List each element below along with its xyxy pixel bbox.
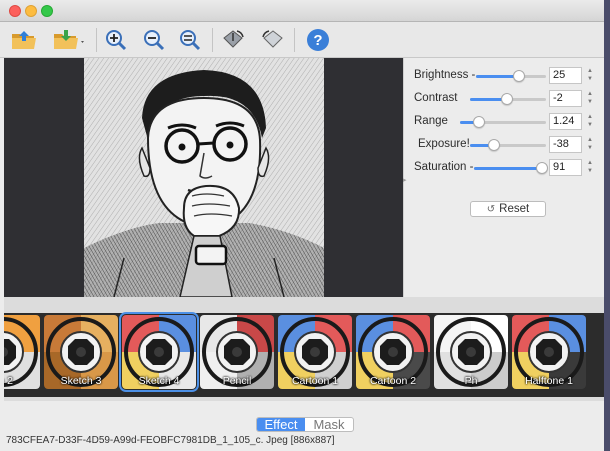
contrast-value[interactable]: -2 (549, 90, 582, 107)
reset-button[interactable]: ↺ Reset (470, 201, 546, 217)
exposure-slider-knob[interactable] (487, 139, 500, 151)
saturation-label: Saturation - (414, 161, 474, 173)
zoom-out-button[interactable] (140, 26, 168, 54)
effect-thumbnail[interactable]: Sketch 3 (44, 315, 118, 389)
tab-mask[interactable]: Mask (305, 418, 353, 431)
brightness-slider-knob[interactable] (513, 70, 526, 82)
reset-label: Reset (499, 203, 530, 215)
range-value[interactable]: 1.24 (549, 113, 582, 130)
adjustments-panel: Brightness - 25 ▲ ▼ Contrast -2 ▲ ▼ Range … (403, 58, 604, 297)
save-image-button[interactable] (52, 26, 88, 54)
contrast-slider[interactable] (470, 93, 546, 105)
folder-open-icon (12, 31, 36, 49)
maximize-window-button[interactable] (41, 5, 53, 17)
effect-label: Ph (464, 375, 478, 387)
zoom-fit-icon (180, 30, 201, 51)
effect-label: Cartoon 1 (291, 375, 339, 387)
tab-effect[interactable]: Effect (257, 418, 305, 431)
minimize-window-button[interactable] (25, 5, 37, 17)
status-text: 783CFEA7-D33F-4D59-A99d-FEOBFC7981DB_1_1… (6, 435, 335, 446)
close-window-button[interactable] (9, 5, 21, 17)
folder-save-icon (54, 30, 84, 49)
effect-label: Sketch 3 (60, 375, 102, 387)
brightness-row: Brightness - 25 ▲ ▼ (404, 67, 605, 85)
reset-icon: ↺ (486, 203, 496, 215)
effect-label: Cartoon 2 (369, 375, 417, 387)
saturation-stepper[interactable]: ▲ ▼ (585, 159, 595, 176)
saturation-value[interactable]: 91 (549, 159, 582, 176)
title-bar (0, 0, 604, 22)
contrast-row: Contrast -2 ▲ ▼ (404, 90, 605, 108)
range-row: Range 1.24 ▲ ▼ (404, 113, 605, 131)
rotate-right-icon (262, 30, 283, 48)
brightness-stepper[interactable]: ▲ ▼ (585, 67, 595, 84)
zoom-out-icon (144, 30, 165, 51)
range-label: Range (414, 115, 448, 127)
effect-thumbnail[interactable]: Sketch 4 (119, 312, 199, 392)
app-window: ? Brightness - 25 ▲ ▼ Contrast -2 ▲ ▼ Ra… (0, 0, 604, 451)
rotate-left-icon (223, 30, 244, 48)
range-stepper[interactable]: ▲ ▼ (585, 113, 595, 130)
mode-switch: Effect Mask (256, 417, 354, 432)
range-slider-knob[interactable] (472, 116, 485, 128)
open-image-button[interactable] (10, 26, 38, 54)
effect-thumbnail[interactable]: Halftone 1 (512, 315, 586, 389)
zoom-in-icon (106, 30, 127, 51)
effect-thumbnail[interactable]: Cartoon 1 (278, 315, 352, 389)
effect-label: Sketch 4 (138, 375, 180, 387)
exposure-stepper[interactable]: ▲ ▼ (585, 136, 595, 153)
exposure-slider[interactable] (470, 139, 546, 151)
effect-thumbnail[interactable]: Cartoon 2 (356, 315, 430, 389)
toolbar-separator (294, 28, 295, 52)
contrast-slider-knob[interactable] (501, 93, 514, 105)
desktop-edge (604, 0, 610, 451)
effect-thumbnail[interactable]: ch 2 (4, 315, 40, 389)
saturation-slider[interactable] (474, 162, 549, 174)
effect-label: ch 2 (4, 375, 13, 387)
question-icon: ? (307, 29, 329, 51)
effect-thumbnail[interactable]: Pencil (200, 315, 274, 389)
saturation-slider-fill (474, 167, 543, 170)
zoom-fit-button[interactable] (176, 26, 204, 54)
help-button[interactable]: ? (304, 26, 332, 54)
contrast-stepper[interactable]: ▲ ▼ (585, 90, 595, 107)
effects-list: ch 2 Sketch 3 Sketch 4 Pencil Cartoon 1 Carto… (4, 312, 604, 397)
toolbar-separator (212, 28, 213, 52)
saturation-row: Saturation - 91 ▲ ▼ (404, 159, 605, 177)
exposure-label: Exposure! (418, 138, 470, 150)
brightness-slider[interactable] (476, 70, 546, 82)
toolbar: ? (0, 22, 604, 58)
toolbar-separator (96, 28, 97, 52)
effect-thumbnail[interactable]: Ph (434, 315, 508, 389)
svg-text:?: ? (313, 32, 322, 49)
exposure-row: Exposure! -38 ▲ ▼ (404, 136, 605, 154)
effect-label: Halftone 1 (525, 375, 573, 387)
exposure-value[interactable]: -38 (549, 136, 582, 153)
preview-image (84, 58, 324, 297)
brightness-value[interactable]: 25 (549, 67, 582, 84)
rotate-left-button[interactable] (220, 26, 248, 54)
range-slider[interactable] (460, 116, 546, 128)
zoom-in-button[interactable] (102, 26, 130, 54)
effects-strip: ch 2 Sketch 3 Sketch 4 Pencil Cartoon 1 Carto… (4, 297, 604, 401)
saturation-slider-knob[interactable] (536, 162, 549, 174)
split-handle[interactable]: ▸ (403, 176, 407, 184)
contrast-label: Contrast (414, 92, 458, 104)
effect-label: Pencil (222, 375, 252, 387)
brightness-label: Brightness - (414, 69, 476, 81)
bottom-bar: Effect Mask 783CFEA7-D33F-4D59-A99d-FEOB… (0, 401, 604, 451)
rotate-right-button[interactable] (258, 26, 286, 54)
